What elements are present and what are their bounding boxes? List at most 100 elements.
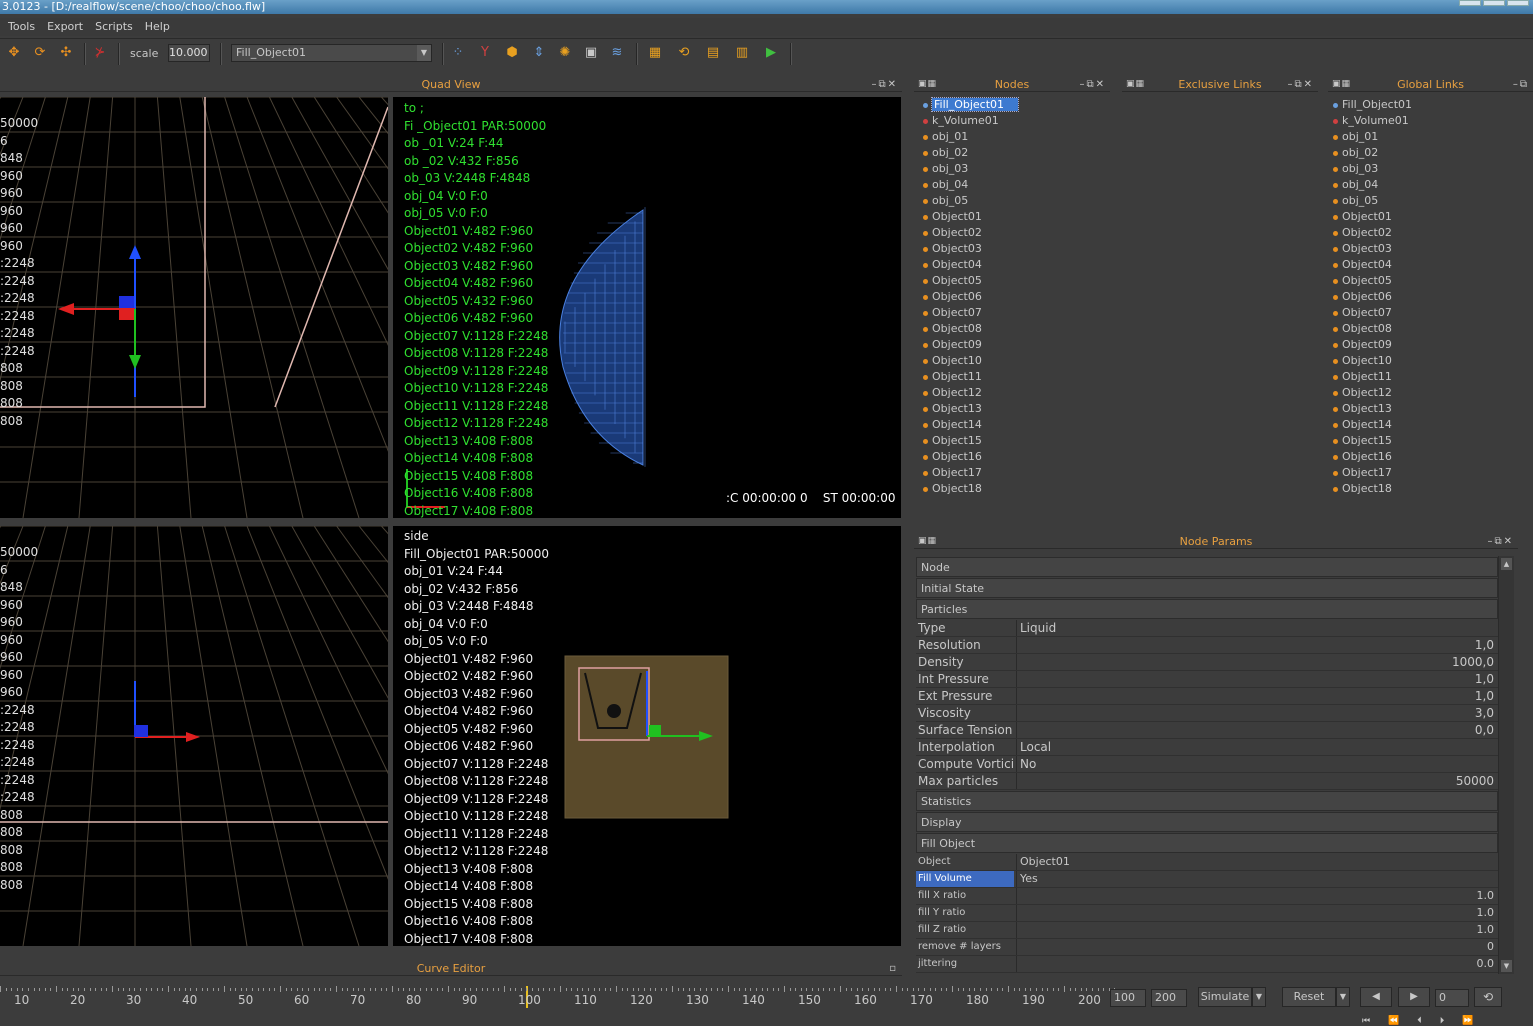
tree-item[interactable]: Object16 <box>918 449 1110 465</box>
param-value[interactable]: 1,0 <box>1016 688 1498 704</box>
tree-item[interactable]: obj_05 <box>1328 193 1533 209</box>
section-fill-object[interactable]: Fill Object <box>916 833 1498 853</box>
tree-item[interactable]: Object09 <box>918 337 1110 353</box>
step-forward-icon[interactable]: ▶ <box>1398 987 1430 1007</box>
tree-item[interactable]: obj_01 <box>918 129 1110 145</box>
param-value[interactable]: 1.0 <box>1016 888 1498 904</box>
menu-help[interactable]: Help <box>143 18 174 36</box>
tree-item[interactable]: Object03 <box>918 241 1110 257</box>
tree-item[interactable]: obj_02 <box>918 145 1110 161</box>
tree-item[interactable]: k_Volume01 <box>918 113 1110 129</box>
panel-menu-icon[interactable]: ▣▦ <box>1332 78 1351 91</box>
tree-item[interactable]: Fill_Object01 <box>1328 97 1533 113</box>
panel-menu-icon[interactable]: ▣▦ <box>1126 78 1145 91</box>
age-icon[interactable]: ▤ <box>705 45 721 61</box>
constraint-icon[interactable]: ⇕ <box>531 45 547 61</box>
viewport-bottom-right[interactable]: side Fill_Object01 PAR:50000 obj_01 V:24 F… <box>393 526 901 946</box>
rotate-tool-icon[interactable]: ⟳ <box>32 45 48 61</box>
tree-item[interactable]: Object04 <box>1328 257 1533 273</box>
scroll-down-icon[interactable]: ▼ <box>1501 960 1512 972</box>
param-value[interactable]: 1,0 <box>1016 637 1498 653</box>
tree-item[interactable]: Object15 <box>1328 433 1533 449</box>
tree-item[interactable]: Object06 <box>918 289 1110 305</box>
menu-scripts[interactable]: Scripts <box>93 18 137 36</box>
tree-item[interactable]: Object10 <box>918 353 1110 369</box>
param-value[interactable]: 1000,0 <box>1016 654 1498 670</box>
tree-item[interactable]: Object02 <box>1328 225 1533 241</box>
tree-item[interactable]: Object05 <box>1328 273 1533 289</box>
timeline[interactable]: 10 20 30 40 50 60 70 80 90 100 110 120 130 140 150 160 1… <box>0 984 1116 1026</box>
tree-item[interactable]: obj_01 <box>1328 129 1533 145</box>
minimize-button[interactable] <box>1459 0 1481 6</box>
section-initial-state[interactable]: Initial State <box>916 578 1498 598</box>
tree-item[interactable]: Object15 <box>918 433 1110 449</box>
step-back-icon[interactable]: ◀ <box>1360 987 1392 1007</box>
viewport-bottom-left[interactable]: 50000 6 848 960 960 960 960 960 960:2248:2248:22… <box>0 526 388 946</box>
simulate-dropdown-icon[interactable]: ▼ <box>1252 987 1266 1007</box>
tree-item[interactable]: Object11 <box>918 369 1110 385</box>
param-value[interactable]: Object01 <box>1016 854 1498 870</box>
tree-item[interactable]: Object14 <box>1328 417 1533 433</box>
panel-controls[interactable]: –⧉✕ <box>871 78 898 91</box>
tree-item[interactable]: Object14 <box>918 417 1110 433</box>
object-icon[interactable]: ⬢ <box>504 45 520 61</box>
tree-item[interactable]: obj_03 <box>1328 161 1533 177</box>
tree-item[interactable]: Object08 <box>1328 321 1533 337</box>
tree-item[interactable]: Object12 <box>918 385 1110 401</box>
tree-item[interactable]: Object04 <box>918 257 1110 273</box>
emitter-icon[interactable]: ⁘ <box>450 45 466 61</box>
tree-item[interactable]: Object13 <box>918 401 1110 417</box>
scale-tool-icon[interactable]: ✣ <box>58 45 74 61</box>
tree-item[interactable]: Object18 <box>918 481 1110 497</box>
gizmo-handle[interactable] <box>134 725 148 737</box>
wave-icon[interactable]: ≋ <box>609 45 625 61</box>
tree-item[interactable]: Object05 <box>918 273 1110 289</box>
section-particles[interactable]: Particles <box>916 599 1498 619</box>
param-value[interactable]: 0.0 <box>1016 956 1498 972</box>
panel-menu-icon[interactable]: ▣▦ <box>918 78 937 91</box>
param-value[interactable]: 1.0 <box>1016 905 1498 921</box>
daemon-icon[interactable]: Y <box>477 45 493 61</box>
section-node[interactable]: Node <box>916 557 1498 577</box>
play-icon[interactable]: ▶ <box>763 45 779 61</box>
tree-item[interactable]: Object09 <box>1328 337 1533 353</box>
tree-item[interactable]: Object01 <box>1328 209 1533 225</box>
gizmo-handle[interactable] <box>119 308 134 320</box>
pdc-icon[interactable]: ▥ <box>734 45 750 61</box>
tree-item[interactable]: Object17 <box>1328 465 1533 481</box>
object-selector[interactable]: Fill_Object01 ▼ <box>231 44 432 62</box>
start-frame-field[interactable]: 100 <box>1110 989 1146 1007</box>
param-value[interactable]: 0 <box>1016 939 1498 955</box>
frame-field[interactable]: 0 <box>1435 989 1469 1007</box>
tree-item[interactable]: Object16 <box>1328 449 1533 465</box>
gizmo-handle[interactable] <box>649 725 661 737</box>
body-icon[interactable]: ✺ <box>557 45 573 61</box>
param-value[interactable]: 50000 <box>1016 773 1498 789</box>
tree-item[interactable]: Object02 <box>918 225 1110 241</box>
tree-item[interactable]: Object13 <box>1328 401 1533 417</box>
axis-tool-icon[interactable]: ⊁ <box>92 45 108 61</box>
params-scrollbar[interactable]: ▲ ▼ <box>1498 556 1514 974</box>
viewport-top-left[interactable]: 50000 6 848 960 960 960 960 960:2248:2248:2248:… <box>0 97 388 518</box>
tree-item[interactable]: Object06 <box>1328 289 1533 305</box>
reset-button[interactable]: Reset <box>1282 987 1336 1007</box>
tree-item[interactable]: Object07 <box>918 305 1110 321</box>
export-icon[interactable]: ▦ <box>647 45 663 61</box>
chevron-down-icon[interactable]: ▼ <box>417 45 431 61</box>
tree-item[interactable]: Object12 <box>1328 385 1533 401</box>
tree-item[interactable]: Object10 <box>1328 353 1533 369</box>
param-value[interactable]: 1.0 <box>1016 922 1498 938</box>
loop-icon[interactable]: ⟲ <box>1474 987 1502 1007</box>
scale-input[interactable]: 10.000 <box>168 44 210 62</box>
end-frame-field[interactable]: 200 <box>1151 989 1187 1007</box>
move-tool-icon[interactable]: ✥ <box>6 45 22 61</box>
tree-item[interactable]: k_Volume01 <box>1328 113 1533 129</box>
tree-item[interactable]: obj_04 <box>918 177 1110 193</box>
section-display[interactable]: Display <box>916 812 1498 832</box>
tree-item[interactable]: Object01 <box>918 209 1110 225</box>
tree-item[interactable]: Object07 <box>1328 305 1533 321</box>
param-value[interactable]: Yes <box>1016 871 1498 887</box>
panel-controls[interactable]: –⧉✕ <box>1287 78 1314 91</box>
tree-item[interactable]: Object11 <box>1328 369 1533 385</box>
tree-item[interactable]: Object17 <box>918 465 1110 481</box>
